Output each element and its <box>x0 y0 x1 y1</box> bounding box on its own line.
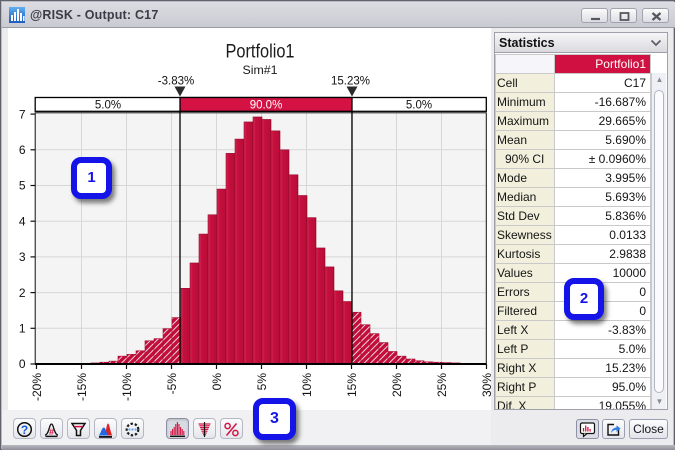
svg-text:30%: 30% <box>480 373 491 397</box>
svg-text:?: ? <box>21 423 28 437</box>
svg-text:25%: 25% <box>435 373 449 397</box>
svg-text:5%: 5% <box>255 373 269 391</box>
svg-text:5.0%: 5.0% <box>406 99 432 111</box>
svg-text:Sim#1: Sim#1 <box>243 63 278 77</box>
svg-text:3: 3 <box>19 250 26 264</box>
svg-text:#: # <box>49 427 54 437</box>
svg-text:10%: 10% <box>300 373 314 397</box>
svg-text:0%: 0% <box>210 373 224 391</box>
svg-text:0: 0 <box>19 357 26 371</box>
svg-text:15%: 15% <box>345 373 359 397</box>
svg-text:15.23%: 15.23% <box>331 76 370 88</box>
svg-text:2: 2 <box>19 286 26 300</box>
svg-text:5: 5 <box>19 179 26 193</box>
svg-text:-15%: -15% <box>75 373 89 401</box>
svg-text:7: 7 <box>19 107 26 121</box>
svg-text:90.0%: 90.0% <box>250 99 283 111</box>
svg-text:1: 1 <box>19 322 26 336</box>
svg-text:6: 6 <box>19 143 26 157</box>
svg-text:-3.83%: -3.83% <box>158 76 194 88</box>
svg-text:4: 4 <box>19 214 26 228</box>
svg-text:-10%: -10% <box>120 373 134 401</box>
svg-text:-5%: -5% <box>165 373 179 395</box>
svg-text:20%: 20% <box>390 373 404 397</box>
svg-text:Portfolio1: Portfolio1 <box>226 41 295 63</box>
svg-text:-20%: -20% <box>30 373 44 401</box>
svg-text:5.0%: 5.0% <box>95 99 121 111</box>
